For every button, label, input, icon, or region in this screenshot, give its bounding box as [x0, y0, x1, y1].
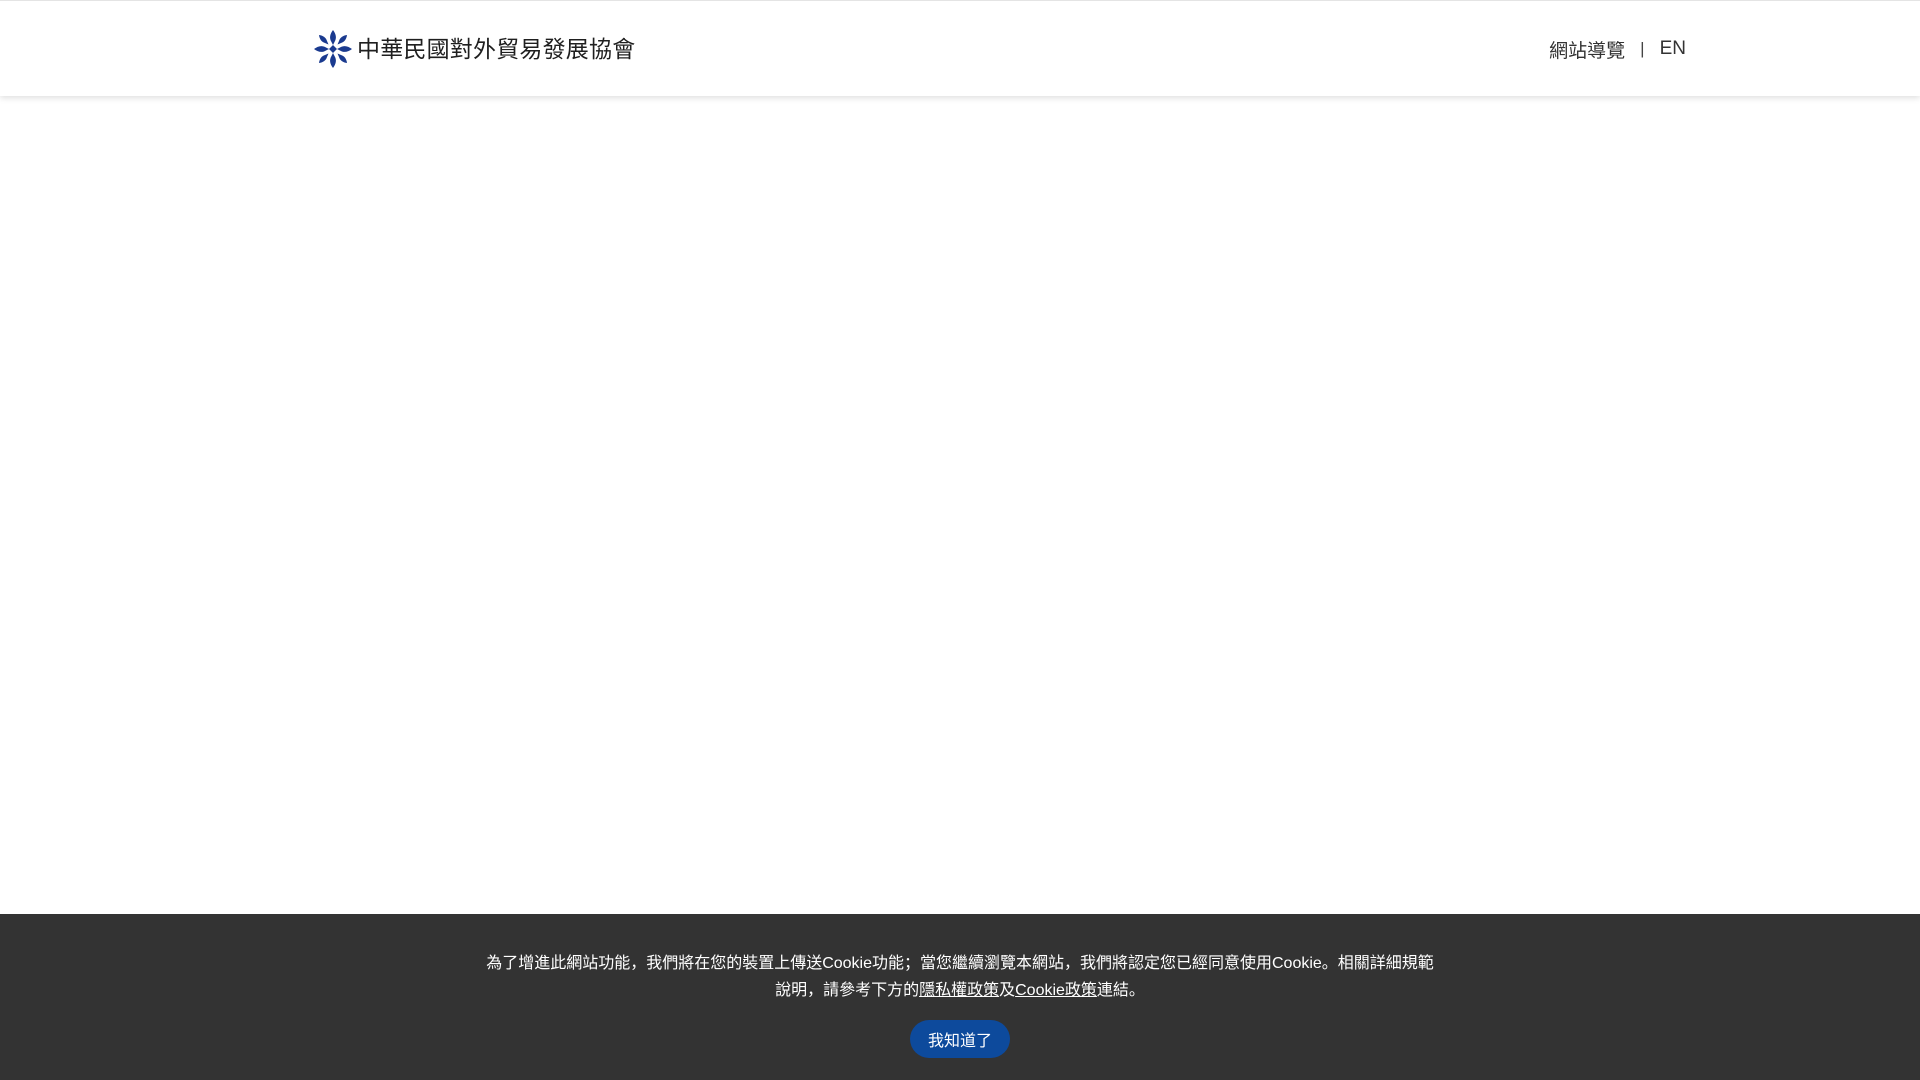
- privacy-policy-link[interactable]: 隱私權政策: [919, 982, 999, 999]
- cookie-policy-link[interactable]: Cookie政策: [1015, 982, 1097, 999]
- sitemap-link[interactable]: 網站導覽: [1549, 36, 1625, 63]
- taitra-logo-icon: [314, 30, 352, 68]
- top-nav: 網站導覽 | EN: [1549, 35, 1686, 63]
- home-logo-link[interactable]: 中華民國對外貿易發展協會: [312, 28, 635, 70]
- site-header: 中華民國對外貿易發展協會 網站導覽 | EN: [0, 0, 1920, 96]
- nav-separator: |: [1640, 39, 1645, 58]
- cookie-consent-text: 為了增進此網站功能，我們將在您的裝置上傳送Cookie功能；當您繼續瀏覽本網站，…: [480, 950, 1440, 1004]
- cookie-text-connector: 及: [999, 982, 1016, 999]
- main-content: [0, 96, 1920, 914]
- cookie-text-end: 連結。: [1096, 982, 1145, 999]
- cookie-consent-banner: 為了增進此網站功能，我們將在您的裝置上傳送Cookie功能；當您繼續瀏覽本網站，…: [0, 914, 1920, 1080]
- language-switch-link[interactable]: EN: [1660, 38, 1686, 60]
- site-title: 中華民國對外貿易發展協會: [357, 36, 636, 62]
- cookie-accept-button[interactable]: 我知道了: [910, 1020, 1010, 1058]
